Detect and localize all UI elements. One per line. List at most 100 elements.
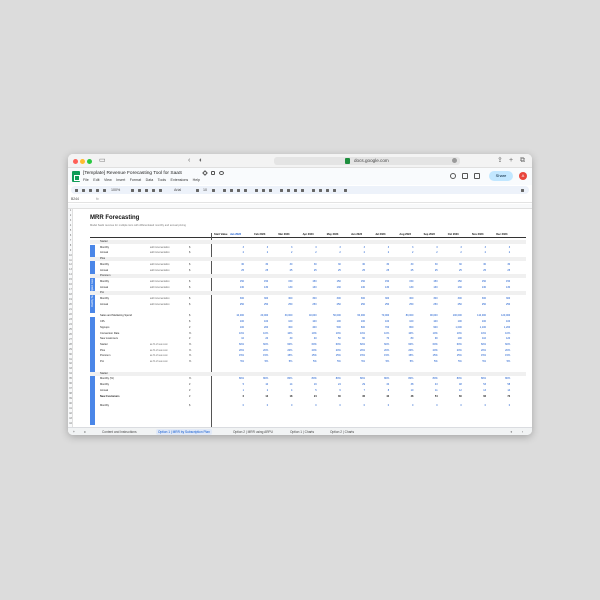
table-cell[interactable]: 130 [492,286,510,290]
table-cell[interactable]: 0 [347,404,365,408]
table-cell[interactable]: 29 [347,383,365,387]
table-cell[interactable]: 250 [274,303,292,307]
table-cell[interactable]: 60% [420,343,438,347]
table-cell[interactable]: 43 [420,383,438,387]
table-cell[interactable]: 130 [347,286,365,290]
table-cell[interactable]: 80% [444,377,462,381]
row-number[interactable]: 44 [68,422,73,427]
table-cell[interactable]: 15% [395,354,413,358]
table-cell[interactable]: 25 [420,269,438,273]
table-cell[interactable]: 130 [371,286,389,290]
currency-format-icon[interactable] [131,188,134,192]
table-cell[interactable]: 2 [444,251,461,255]
table-cell[interactable]: 700 [371,326,389,330]
table-cell[interactable]: 5% [323,360,341,364]
table-cell[interactable]: 10% [274,332,292,336]
table-cell[interactable]: 5 [226,383,244,387]
table-cell[interactable]: 80% [323,377,341,381]
table-cell[interactable]: 11 [420,389,438,393]
table-cell[interactable]: 5% [347,360,365,364]
table-cell[interactable]: 30 [395,263,414,267]
table-cell[interactable]: 100 [492,320,510,324]
table-cell[interactable]: 25 [492,269,510,273]
table-cell[interactable]: 300 [420,297,437,301]
table-cell[interactable]: 19 [299,383,317,387]
tab-overview-icon[interactable]: ⧉ [520,156,525,166]
table-cell[interactable]: 5% [492,360,511,364]
table-cell[interactable]: 800 [395,326,413,330]
table-cell[interactable]: 10 [395,389,414,393]
table-cell[interactable]: 25 [395,269,414,273]
table-cell[interactable]: 0 [492,404,510,408]
star-icon[interactable] [202,169,208,176]
table-cell[interactable]: 100 [395,320,413,324]
print-icon[interactable] [96,188,99,192]
table-cell[interactable]: 3 [250,246,268,250]
table-cell[interactable]: 0 [371,404,389,408]
percent-format-icon[interactable] [138,188,141,192]
table-cell[interactable]: 110 [468,337,486,341]
table-cell[interactable]: 150 [468,280,486,284]
table-cell[interactable]: 38 [395,383,414,387]
table-cell[interactable]: 300 [250,297,268,301]
font-family-select[interactable]: Arial [174,186,181,194]
table-cell[interactable]: 250 [444,303,462,307]
table-cell[interactable]: 130 [274,286,292,290]
menu-tools[interactable]: Tools [158,178,166,182]
bold-icon[interactable] [223,188,226,192]
table-cell[interactable]: 50 [323,337,341,341]
table-cell[interactable]: 130 [299,286,316,290]
table-cell[interactable]: 300 [468,297,486,301]
table-cell[interactable]: 130 [250,286,268,290]
comments-icon[interactable] [462,173,468,179]
table-cell[interactable]: 30 [250,263,268,267]
table-cell[interactable]: 20% [371,349,389,353]
table-cell[interactable]: 20% [299,349,317,353]
table-cell[interactable]: 13 [468,389,486,393]
table-cell[interactable]: 150 [299,280,316,284]
table-cell[interactable]: 0 [444,404,461,408]
table-cell[interactable]: 48 [395,395,414,399]
new-tab-icon[interactable]: + [509,156,513,166]
table-cell[interactable]: 1 [226,389,244,393]
table-cell[interactable]: 900 [420,326,437,330]
table-cell[interactable]: 15% [250,354,268,358]
table-cell[interactable]: 250 [395,303,413,307]
table-cell[interactable]: 30 [347,263,365,267]
vertical-align-icon[interactable] [287,188,290,192]
table-cell[interactable]: 36 [347,395,365,399]
font-size-input[interactable]: 10 [203,186,207,194]
table-cell[interactable]: 6 [323,389,340,393]
table-cell[interactable]: 80% [468,377,486,381]
table-cell[interactable]: 100 [226,320,244,324]
table-cell[interactable]: 130 [420,286,437,290]
undo-icon[interactable] [82,188,85,192]
table-cell[interactable]: 25 [226,269,244,273]
table-cell[interactable]: 10% [395,332,413,336]
table-cell[interactable]: 100 [250,320,268,324]
menu-data[interactable]: Data [146,178,154,182]
tab-option-2-mrr[interactable]: Option 2 | MRR using ARPU [231,429,275,435]
table-cell[interactable]: 25 [250,269,268,273]
table-cell[interactable]: 15% [323,354,341,358]
table-cell[interactable]: 500 [323,326,341,330]
table-cell[interactable]: 60% [274,343,292,347]
table-cell[interactable]: 2 [347,251,365,255]
table-cell[interactable]: 25 [323,269,341,273]
text-wrapping-icon[interactable] [294,188,297,192]
table-cell[interactable]: 3 [468,246,486,250]
table-cell[interactable]: 130 [323,286,341,290]
table-cell[interactable]: 2 [468,251,486,255]
table-cell[interactable]: 250 [299,303,316,307]
table-cell[interactable]: 150 [250,280,268,284]
table-cell[interactable]: 5% [250,360,269,364]
table-cell[interactable]: 40 [299,337,317,341]
insert-chart-icon[interactable] [326,188,329,192]
table-cell[interactable]: 25 [299,269,317,273]
fill-color-icon[interactable] [255,188,258,192]
table-cell[interactable]: 10% [492,332,510,336]
table-cell[interactable]: 2 [250,251,268,255]
table-cell[interactable]: 30 [444,263,462,267]
table-cell[interactable]: 60% [347,343,365,347]
table-cell[interactable]: 100,000 [444,314,462,318]
